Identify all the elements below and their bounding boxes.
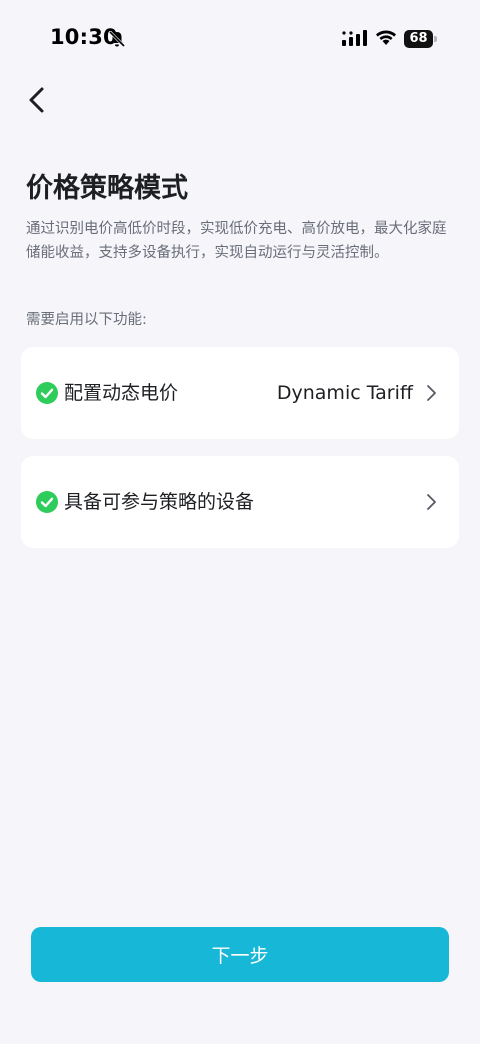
status-bar: 10:30 68 [0,0,480,78]
page-title: 价格策略模式 [26,173,188,204]
chevron-right-icon [427,494,436,510]
chevron-left-icon [29,87,44,113]
chevron-right-icon [427,385,436,401]
signal-icon [342,30,367,46]
check-circle-icon [36,491,58,513]
next-button[interactable]: 下一步 [31,927,449,982]
requirement-label: 配置动态电价 [64,382,179,404]
battery-icon: 68 [404,30,438,48]
requirement-value: Dynamic Tariff [276,382,413,404]
requirement-item-devices[interactable]: 具备可参与策略的设备 [21,456,459,548]
wifi-icon [376,30,396,45]
bell-off-icon [108,30,126,48]
battery-tip [434,36,437,42]
section-label: 需要启用以下功能: [26,312,147,328]
back-button[interactable] [20,80,60,120]
requirement-label: 具备可参与策略的设备 [64,491,255,513]
requirement-item-dynamic-tariff[interactable]: 配置动态电价 Dynamic Tariff [21,347,459,439]
battery-level: 68 [404,30,433,48]
check-circle-icon [36,382,58,404]
page-description: 通过识别电价高低价时段，实现低价充电、高价放电，最大化家庭储能收益，支持多设备执… [26,221,447,261]
